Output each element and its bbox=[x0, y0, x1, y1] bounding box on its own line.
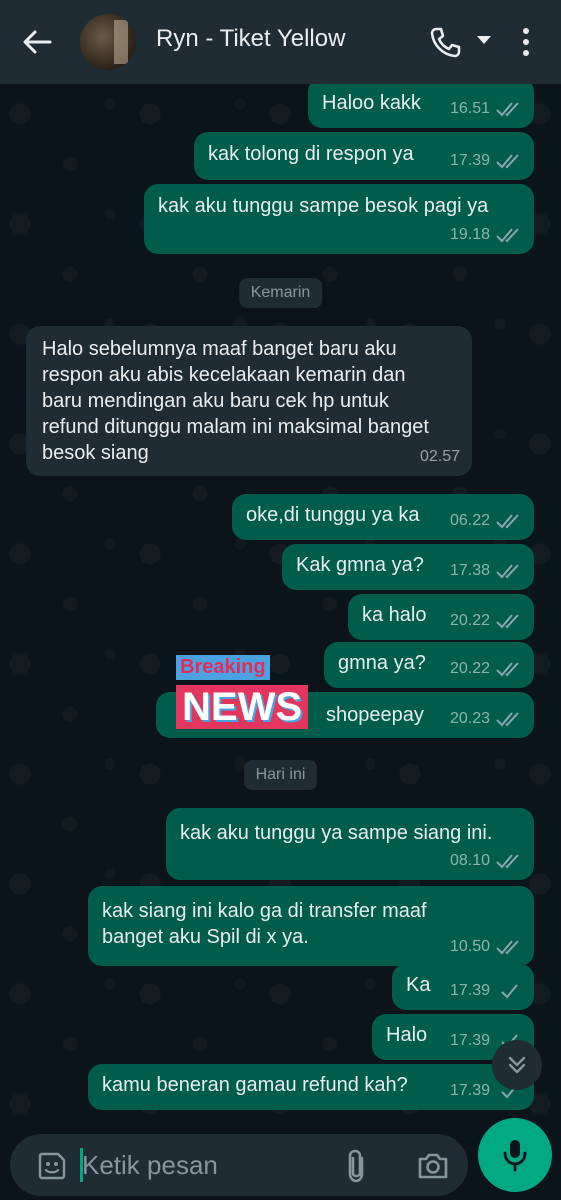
message-meta: 20.22 bbox=[450, 608, 522, 634]
message-time: 06.22 bbox=[449, 512, 490, 529]
message-meta: 08.10 bbox=[450, 848, 522, 874]
message-meta: 19.18 bbox=[450, 222, 522, 248]
dropdown-caret-icon[interactable] bbox=[476, 34, 492, 46]
news-label: NEWS bbox=[176, 685, 308, 729]
message-meta: 16.51 bbox=[450, 96, 522, 122]
scroll-to-bottom-button[interactable] bbox=[492, 1040, 542, 1090]
single-check-icon bbox=[501, 984, 518, 999]
message-time: 17.38 bbox=[449, 562, 490, 579]
double-check-icon bbox=[496, 854, 519, 869]
message-text: kak siang ini kalo ga di transfer maaf b… bbox=[102, 900, 427, 948]
emoji-icon[interactable] bbox=[36, 1150, 68, 1182]
mic-button[interactable] bbox=[478, 1118, 552, 1192]
message-text: kak aku tunggu ya sampe siang ini. bbox=[180, 822, 493, 844]
double-check-icon bbox=[496, 564, 519, 579]
breaking-news-sticker: Breaking NEWS bbox=[176, 655, 318, 729]
contact-name[interactable]: Ryn - Tiket Yellow bbox=[156, 25, 345, 53]
attach-icon[interactable] bbox=[342, 1148, 370, 1184]
message-time: 20.22 bbox=[449, 660, 490, 677]
message-time: 19.18 bbox=[449, 226, 490, 243]
double-check-icon bbox=[496, 514, 519, 529]
message-input-bar[interactable]: Ketik pesan bbox=[10, 1134, 468, 1196]
message-time: 10.50 bbox=[449, 938, 490, 955]
message-bubble-outgoing[interactable]: oke,di tunggu ya ka 06.22 bbox=[232, 494, 534, 540]
double-check-icon bbox=[496, 154, 519, 169]
phone-icon[interactable] bbox=[428, 26, 462, 58]
more-vertical-icon[interactable] bbox=[514, 26, 538, 58]
double-check-icon bbox=[496, 228, 519, 243]
message-bubble-outgoing[interactable]: kak siang ini kalo ga di transfer maaf b… bbox=[88, 886, 534, 966]
camera-icon[interactable] bbox=[416, 1150, 450, 1182]
message-meta: 17.39 bbox=[450, 148, 522, 174]
message-time: 20.23 bbox=[449, 710, 490, 727]
message-meta: 20.23 bbox=[450, 706, 522, 732]
message-meta: 02.57 bbox=[420, 444, 460, 470]
back-arrow-icon[interactable] bbox=[20, 26, 54, 58]
double-check-icon bbox=[496, 614, 519, 629]
message-bubble-incoming[interactable]: Halo sebelumnya maaf banget baru aku res… bbox=[26, 326, 472, 476]
message-bubble-outgoing[interactable]: Haloo kakk 16.51 bbox=[308, 84, 534, 128]
message-time: 02.57 bbox=[419, 448, 460, 465]
message-bubble-outgoing[interactable]: kak aku tunggu ya sampe siang ini. 08.10 bbox=[166, 808, 534, 880]
chat-header: Ryn - Tiket Yellow bbox=[0, 0, 561, 84]
date-separator: Hari ini bbox=[243, 760, 318, 790]
message-time: 17.39 bbox=[449, 982, 490, 999]
message-bubble-outgoing[interactable]: ka halo 20.22 bbox=[348, 594, 534, 640]
message-time: 16.51 bbox=[449, 100, 490, 117]
chat-area[interactable]: Haloo kakk 16.51 kak tolong di respon ya… bbox=[0, 84, 561, 1124]
message-text: kak aku tunggu sampe besok pagi ya bbox=[158, 195, 489, 217]
breaking-label: Breaking bbox=[176, 655, 270, 680]
message-meta: 10.50 bbox=[450, 934, 522, 960]
double-check-icon bbox=[496, 102, 519, 117]
message-time: 17.39 bbox=[449, 1032, 490, 1049]
message-bubble-outgoing[interactable]: kak aku tunggu sampe besok pagi ya 19.18 bbox=[144, 184, 534, 254]
double-chevron-down-icon bbox=[508, 1056, 526, 1074]
message-meta: 06.22 bbox=[450, 508, 522, 534]
message-text: shopeepay bbox=[326, 704, 424, 726]
double-check-icon bbox=[496, 940, 519, 955]
message-bubble-outgoing[interactable]: gmna ya? 20.22 bbox=[324, 642, 534, 688]
double-check-icon bbox=[496, 662, 519, 677]
avatar[interactable] bbox=[80, 14, 136, 70]
message-bubble-outgoing[interactable]: kak tolong di respon ya 17.39 bbox=[194, 132, 534, 180]
message-meta: 20.22 bbox=[450, 656, 522, 682]
mic-icon bbox=[503, 1140, 527, 1172]
message-time: 20.22 bbox=[449, 612, 490, 629]
message-time: 17.39 bbox=[449, 152, 490, 169]
message-input[interactable]: Ketik pesan bbox=[82, 1150, 218, 1181]
message-text: Halo sebelumnya maaf banget baru aku res… bbox=[42, 338, 429, 464]
message-meta: 17.39 bbox=[450, 978, 522, 1004]
message-time: 17.39 bbox=[449, 1082, 490, 1099]
date-separator: Kemarin bbox=[238, 278, 323, 308]
message-bubble-outgoing[interactable]: Ka 17.39 bbox=[392, 964, 534, 1010]
message-bubble-outgoing[interactable]: kamu beneran gamau refund kah? 17.39 bbox=[88, 1064, 534, 1110]
composer: Ketik pesan bbox=[0, 1124, 561, 1200]
message-bubble-outgoing[interactable]: Kak gmna ya? 17.38 bbox=[282, 544, 534, 590]
double-check-icon bbox=[496, 712, 519, 727]
message-time: 08.10 bbox=[449, 852, 490, 869]
message-meta: 17.38 bbox=[450, 558, 522, 584]
